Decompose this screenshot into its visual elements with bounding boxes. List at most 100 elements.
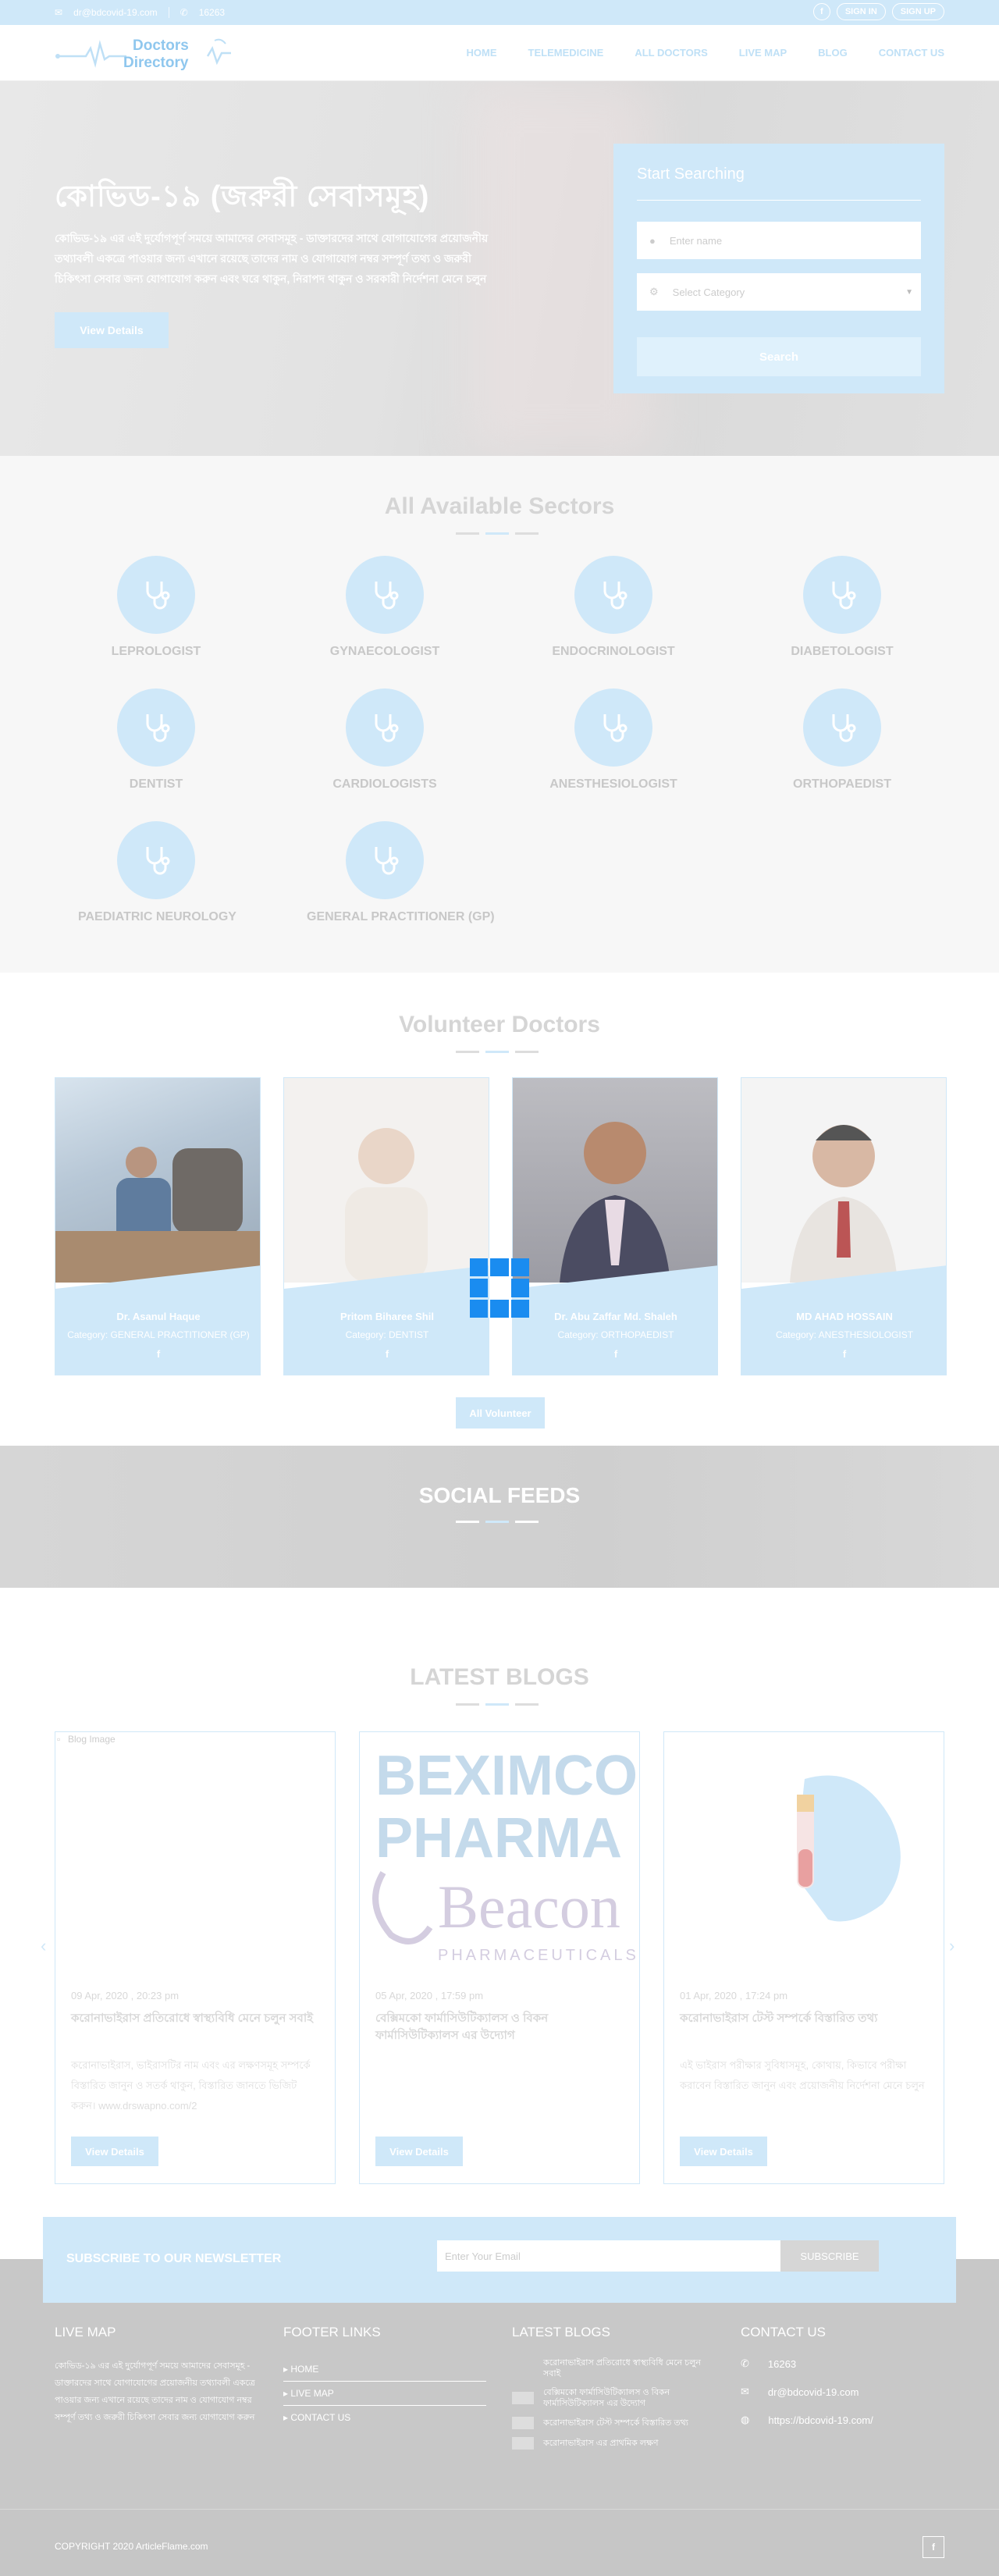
top-email[interactable]: dr@bdcovid-19.com [73,7,158,18]
blog-title[interactable]: করোনাভাইরাস টেস্ট সম্পর্কে বিস্তারিত তথ্… [680,2010,930,2027]
blog-view-details-button[interactable]: View Details [71,2137,158,2166]
sector-endocrinologist[interactable]: ENDOCRINOLOGIST [535,556,691,659]
doctor-name[interactable]: Pritom Biharee Shil [284,1311,489,1322]
sector-label: CARDIOLOGISTS [332,777,437,791]
sector-label: ORTHOPAEDIST [793,777,891,791]
navbar: Doctors Directory HOME TELEMEDICINE ALL … [0,25,999,81]
stethoscope-icon [346,821,424,899]
site-logo[interactable]: Doctors Directory [55,33,234,72]
newsletter-email-input[interactable]: Enter Your Email [437,2240,780,2272]
sign-in-button[interactable]: SIGN IN [836,3,886,20]
nav-contact-us[interactable]: CONTACT US [879,47,944,59]
footer-link-label: HOME [290,2364,319,2375]
footer-link-home[interactable]: ▸ HOME [283,2357,486,2382]
sector-label: GYNAECOLOGIST [329,645,440,658]
footer-live-map-text: কোভিড-১৯ এর এই দুর্যোগপূর্ণ সময়ে আমাদের… [55,2361,255,2422]
sector-label: ANESTHESIOLOGIST [549,777,677,791]
facebook-icon[interactable]: f [812,3,830,20]
envelope-icon: ✉ [741,2386,749,2397]
doctor-card[interactable]: Dr. Abu Zaffar Md. Shaleh Category: ORTH… [512,1077,718,1375]
top-phone[interactable]: 16263 [199,7,225,18]
doctor-card[interactable]: Dr. Asanul Haque Category: GENERAL PRACT… [55,1077,261,1375]
footer-contact: CONTACT US ✆ 16263 ✉ dr@bdcovid-19.com ◍ ht… [741,2325,873,2442]
sector-label: ENDOCRINOLOGIST [552,645,675,658]
facebook-icon[interactable]: f [923,2536,944,2558]
nav-all-doctors[interactable]: ALL DOCTORS [635,47,707,59]
footer-blog-item[interactable]: করোনাভাইরাস প্রতিরোধে স্বাস্থ্যবিধি মেনে… [512,2357,715,2379]
facebook-icon[interactable]: f [284,1348,489,1360]
name-search-input[interactable]: ● Enter name [637,222,921,259]
search-button[interactable]: Search [637,337,921,376]
facebook-icon[interactable]: f [55,1348,260,1360]
doctor-category: Category: ORTHOPAEDIST [557,1329,674,1340]
nav-live-map[interactable]: LIVE MAP [739,47,787,59]
stethoscope-icon [346,556,424,634]
footer-phone[interactable]: ✆ 16263 [741,2357,873,2370]
subscribe-button[interactable]: SUBSCRIBE [780,2240,879,2272]
stethoscope-icon [803,688,881,767]
nav-home[interactable]: HOME [467,47,497,59]
footer-blogs-title: LATEST BLOGS [512,2325,610,2339]
footer-link-live-map[interactable]: ▸ LIVE MAP [283,2382,486,2406]
blogs-divider [456,1703,539,1706]
facebook-icon[interactable]: f [513,1348,717,1360]
footer-blog-title: করোনাভাইরাস প্রতিরোধে স্বাস্থ্যবিধি মেনে… [543,2358,702,2379]
footer-link-contact-us[interactable]: ▸ CONTACT US [283,2406,486,2429]
sector-anesthesiologist[interactable]: ANESTHESIOLOGIST [535,688,691,792]
doctor-card[interactable]: MD AHAD HOSSAIN Category: ANESTHESIOLOGI… [741,1077,947,1375]
blog-title[interactable]: বেক্সিমকো ফার্মাসিউটিক্যালস ও বিকন ফার্ম… [375,2010,625,2044]
sector-gynaecologist[interactable]: GYNAECOLOGIST [307,556,463,659]
doctor-name[interactable]: Dr. Asanul Haque [55,1311,260,1322]
facebook-icon[interactable]: f [741,1348,946,1360]
blog-thumbnail [512,2417,534,2429]
footer-blog-item[interactable]: বেক্সিমকো ফার্মাসিউটিক্যালস ও বিকন ফার্ম… [512,2387,715,2409]
blog-thumbnail [512,2362,534,2375]
all-volunteer-button[interactable]: All Volunteer [456,1397,545,1429]
footer-website[interactable]: ◍ https://bdcovid-19.com/ [741,2414,873,2426]
globe-icon: ◍ [741,2414,750,2425]
sign-up-button[interactable]: SIGN UP [891,3,944,20]
sectors-title: All Available Sectors [384,493,615,519]
sector-cardiologists[interactable]: CARDIOLOGISTS [307,688,463,792]
doctor-card[interactable]: Pritom Biharee Shil Category: DENTIST f [283,1077,489,1375]
top-actions: f SIGN IN SIGN UP [812,3,944,20]
sector-orthopaedist[interactable]: ORTHOPAEDIST [764,688,920,792]
footer-blog-item[interactable]: করোনাভাইরাস এর প্রাথমিক লক্ষণ [512,2437,715,2450]
svg-text:BEXIMCO: BEXIMCO [375,1745,638,1807]
nav-blog[interactable]: BLOG [818,47,848,59]
sector-label: GENERAL PRACTITIONER (GP) [307,910,495,923]
footer-email[interactable]: ✉ dr@bdcovid-19.com [741,2386,873,2398]
doctor-photo [741,1078,946,1283]
sector-paediatric-neurology[interactable]: PAEDIATRIC NEUROLOGY [78,821,236,924]
footer-blog-item[interactable]: করোনাভাইরাস টেস্ট সম্পর্কে বিস্তারিত তথ্… [512,2417,715,2429]
carousel-next-icon[interactable]: › [949,1936,955,1956]
blog-card[interactable]: 01 Apr, 2020 , 17:24 pm করোনাভাইরাস টেস্… [663,1731,944,2184]
blog-card[interactable]: ▫ Blog Image 09 Apr, 2020 , 20:23 pm করো… [55,1731,336,2184]
copyright-text: COPYRIGHT 2020 ArticleFlame.com [55,2541,208,2552]
copyright-bar: COPYRIGHT 2020 ArticleFlame.com f [0,2509,999,2576]
social-title: SOCIAL FEEDS [418,1483,581,1507]
copyright-label: COPYRIGHT 2020 [55,2541,134,2552]
blog-card[interactable]: BEXIMCO PHARMA Beacon PHARMACEUTICALS 05… [359,1731,640,2184]
social-feeds-section: SOCIAL FEEDS [0,1446,999,1588]
sector-leprologist[interactable]: LEPROLOGIST [78,556,234,659]
volunteers-divider [456,1051,539,1053]
sector-general-practitioner[interactable]: GENERAL PRACTITIONER (GP) [307,821,495,924]
logo-stethoscope-icon: Doctors Directory [55,37,231,71]
stethoscope-icon [117,556,195,634]
nav-telemedicine[interactable]: TELEMEDICINE [528,47,604,59]
blog-view-details-button[interactable]: View Details [375,2137,463,2166]
hero-view-details-button[interactable]: View Details [55,312,169,348]
blog-view-details-button[interactable]: View Details [680,2137,767,2166]
sector-dentist[interactable]: DENTIST [78,688,234,792]
blog-title[interactable]: করোনাভাইরাস প্রতিরোধে স্বাস্থ্যবিধি মেনে… [71,2010,321,2027]
sector-diabetologist[interactable]: DIABETOLOGIST [764,556,920,659]
blog-date: 05 Apr, 2020 , 17:59 pm [375,1990,484,2001]
carousel-prev-icon[interactable]: ‹ [41,1936,46,1956]
brand-link[interactable]: ArticleFlame.com [136,2541,208,2552]
doctor-name[interactable]: Dr. Abu Zaffar Md. Shaleh [513,1311,717,1322]
doctor-category: Category: ANESTHESIOLOGIST [775,1329,914,1340]
stethoscope-icon [574,556,652,634]
doctor-name[interactable]: MD AHAD HOSSAIN [741,1311,946,1322]
category-select[interactable]: ⚙ Select Category ▼ [637,273,921,311]
